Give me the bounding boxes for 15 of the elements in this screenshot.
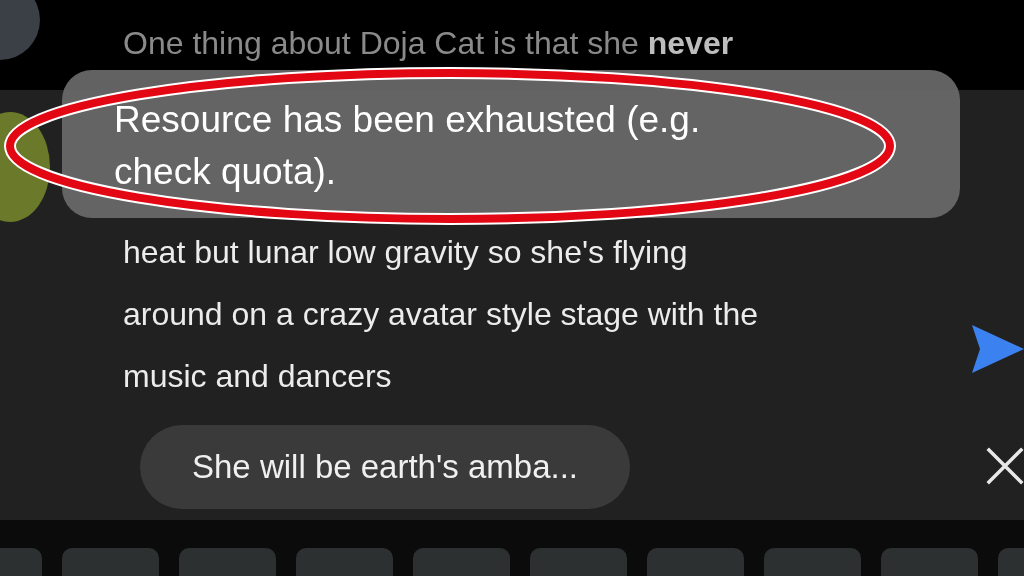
close-icon[interactable] (986, 446, 1024, 486)
keyboard-key[interactable] (62, 548, 159, 576)
keyboard-key[interactable] (647, 548, 744, 576)
keyboard-key[interactable] (296, 548, 393, 576)
keyboard-key[interactable] (764, 548, 861, 576)
keyboard-key[interactable] (179, 548, 276, 576)
draft-text-line: music and dancers (123, 357, 392, 396)
comment-text: One thing about Doja Cat is that she never (123, 24, 734, 62)
keyboard-key[interactable] (413, 548, 510, 576)
keyboard-key[interactable] (530, 548, 627, 576)
draft-text-line: around on a crazy avatar style stage with the (123, 295, 758, 334)
draft-text-line: heat but lunar low gravity so she's flying (123, 233, 688, 272)
send-icon[interactable] (972, 325, 1024, 373)
suggestion-chip[interactable]: She will be earth's amba... (140, 425, 630, 509)
keyboard-key[interactable] (881, 548, 978, 576)
